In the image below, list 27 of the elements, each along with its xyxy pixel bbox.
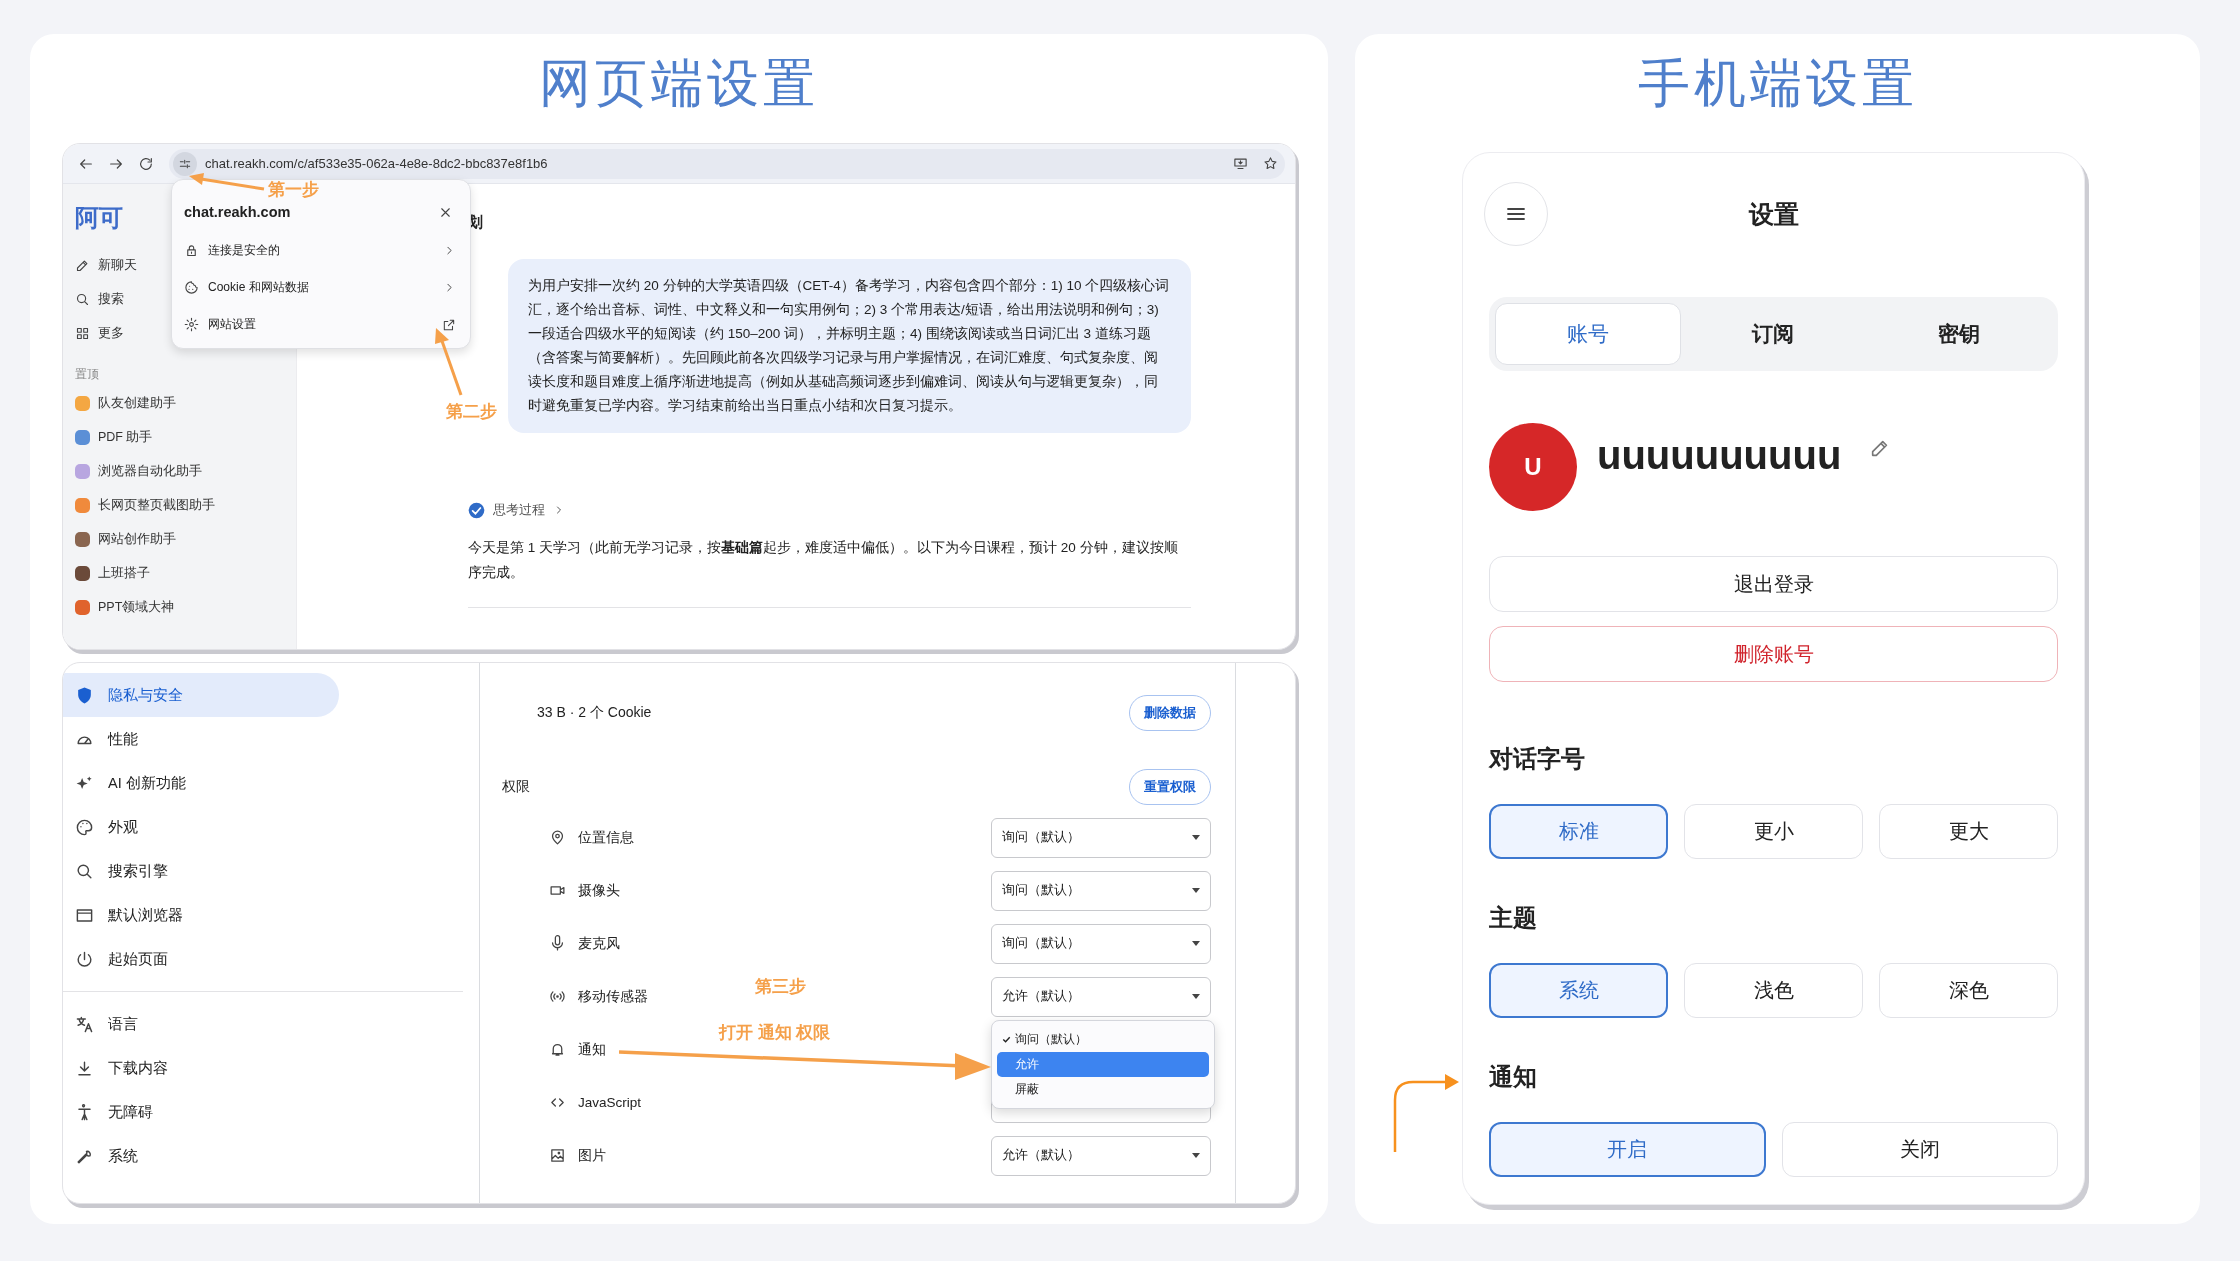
step-annotation: 打开 通知 权限 bbox=[719, 1022, 831, 1044]
section-title: 网页端设置 bbox=[538, 53, 820, 114]
section-heading: 主题 bbox=[1489, 905, 1538, 931]
section-title: 手机端设置 bbox=[1636, 53, 1919, 114]
permissions-heading: 权限 bbox=[502, 778, 530, 796]
section-heading: 对话字号 bbox=[1489, 746, 1586, 772]
permission-label: 移动传感器 bbox=[578, 987, 649, 1006]
permission-label: 通知 bbox=[578, 1040, 607, 1059]
app-logo: 阿可 bbox=[75, 203, 123, 233]
url-text: chat.reakh.com/c/af533e35-062a-4e8e-8dc2-bbc837e8f1b6 bbox=[205, 156, 549, 171]
username: uuuuuuuuuu bbox=[1597, 432, 1842, 479]
step-annotation: 第三步 bbox=[755, 976, 806, 998]
permission-label: JavaScript bbox=[578, 1095, 643, 1110]
permission-label: 图片 bbox=[578, 1146, 607, 1165]
pinned-heading: 置顶 bbox=[75, 367, 100, 382]
user-message: 为用户安排一次约 20 分钟的大学英语四级（CET-4）备考学习，内容包含四个部分：1) 10 个四级核心词汇，逐个给出音标、词性、中文释义和一句实用例句；2) 3 个常用表达/短语，给出用法说明和例句；3) 一段适合四级水平的短阅读（约 150–200 词），并标明主题；4) 围绕该阅读或当日词汇出 3 道练习题（含答案与简要解析）。先回顾此前各次四级学习记录与用户掌握情况，在词汇难度、句式复杂度、阅读长度和题目难度上循序渐进地提高（例如从基础高频词逐步到偏难词、阅读从句与逻辑更复杂），同时避免重复已学内容。学习结束前给出当日重点小结和次日复习提示。 bbox=[508, 259, 1191, 433]
assistant-message: 今天是第 1 天学习（此前无学习记录，按基础篇起步，难度适中偏低）。以下为今日课程，预计 20 分钟，建议按顺序完成。 bbox=[468, 539, 1179, 582]
screen-title: 设置 bbox=[1748, 198, 1799, 230]
section-heading: 通知 bbox=[1489, 1064, 1538, 1090]
step-annotation: 第一步 bbox=[268, 179, 319, 201]
step-annotation: 第二步 bbox=[446, 401, 497, 423]
permission-label: 摄像头 bbox=[578, 881, 621, 900]
site-domain: chat.reakh.com bbox=[184, 204, 291, 220]
permission-label: 位置信息 bbox=[578, 828, 635, 847]
permission-label: 麦克风 bbox=[578, 934, 621, 953]
user-avatar: U bbox=[1489, 423, 1577, 511]
storage-usage: 33 B · 2 个 Cookie bbox=[537, 704, 652, 722]
